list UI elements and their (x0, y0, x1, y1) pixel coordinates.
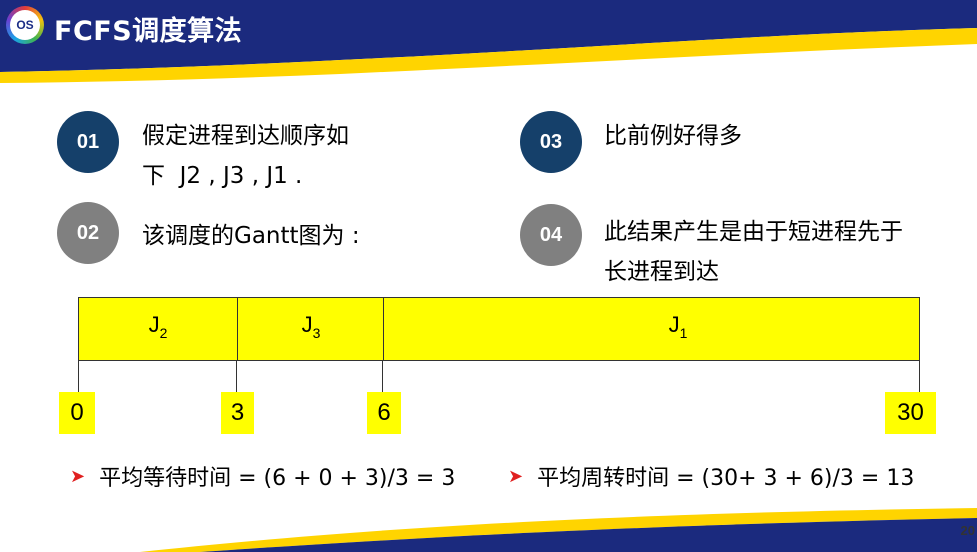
tick-line-30 (919, 361, 920, 393)
arrow-icon: ➤ (508, 465, 524, 487)
item-01-line1: 假定进程到达顺序如 (142, 123, 349, 149)
item-02-badge: 02 (57, 202, 119, 264)
avg-wait-bullet: ➤ 平均等待时间 = (6 + 0 + 3)/3 = 3 (70, 460, 455, 492)
item-03-text: 比前例好得多 (604, 123, 742, 149)
item-01-badge: 01 (57, 111, 119, 173)
gantt-label-j2: J2 (148, 312, 168, 341)
gantt-segment-j1: J1 (383, 298, 919, 360)
footer-wave (140, 508, 977, 552)
avg-turnaround-bullet: ➤ 平均周转时间 = (30+ 3 + 6)/3 = 13 (508, 460, 914, 492)
logo-text: OS (10, 10, 40, 40)
gantt-chart: J2 J3 J1 (78, 297, 920, 361)
gantt-label-j3: J3 (301, 312, 321, 341)
item-04-badge: 04 (520, 204, 582, 266)
os-logo: OS (6, 6, 44, 44)
page-number: 20 (960, 523, 975, 538)
tick-line-0 (78, 361, 79, 393)
item-04-line1: 此结果产生是由于短进程先于 (604, 219, 903, 245)
avg-wait-text: 平均等待时间 = (6 + 0 + 3)/3 = 3 (99, 466, 456, 491)
tick-line-3 (236, 361, 237, 393)
tick-line-6 (382, 361, 383, 393)
item-03-badge: 03 (520, 111, 582, 173)
gantt-segment-j2: J2 (79, 298, 237, 360)
avg-turnaround-text: 平均周转时间 = (30+ 3 + 6)/3 = 13 (537, 466, 915, 491)
tick-label-30: 30 (885, 392, 936, 434)
tick-label-0: 0 (59, 392, 95, 434)
tick-label-6: 6 (367, 392, 401, 434)
item-04-text: 此结果产生是由于短进程先于 长进程到达 (604, 212, 903, 292)
tick-label-3: 3 (221, 392, 254, 434)
gantt-label-j1: J1 (668, 312, 688, 341)
item-01-text: 假定进程到达顺序如 下 J2 , J3 , J1 . (142, 116, 349, 196)
item-04-line2: 长进程到达 (604, 259, 719, 285)
item-02-text: 该调度的Gantt图为 : (142, 223, 360, 249)
arrow-icon: ➤ (70, 465, 86, 487)
slide-title: FCFS调度算法 (54, 16, 243, 47)
gantt-segment-j3: J3 (237, 298, 383, 360)
item-01-line2: 下 J2 , J3 , J1 . (142, 163, 303, 189)
